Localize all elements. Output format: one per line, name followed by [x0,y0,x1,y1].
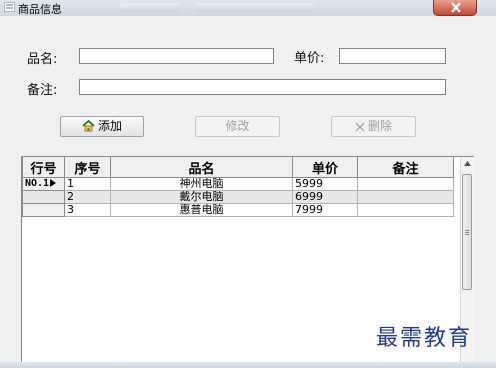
edit-button[interactable]: 修改 [195,116,280,137]
cell-price[interactable]: 5999 [292,177,358,191]
note-label: 备注: [27,83,58,98]
grid-header-row: 行号 序号 品名 单价 备注 [22,157,454,178]
row-header[interactable] [22,203,65,217]
window-bottom-edge [0,362,496,368]
header-name[interactable]: 品名 [110,157,293,178]
cell-seq[interactable]: 2 [64,190,111,204]
header-note[interactable]: 备注 [357,157,454,178]
scroll-thumb[interactable] [462,174,472,290]
form-area: 品名: 单价: 备注: 添加 修改 删除 行号 序号 品名 单价 备注 NO.1… [8,16,489,368]
close-icon [451,2,461,13]
cell-seq[interactable]: 3 [64,203,111,217]
note-input[interactable] [79,79,446,95]
titlebar-blur [195,3,315,12]
table-row[interactable]: 2 戴尔电脑 6999 [22,190,454,204]
name-label: 品名: [27,52,58,67]
row-number: NO.1 [25,178,50,190]
cell-note[interactable] [357,190,454,204]
cell-note[interactable] [357,203,454,217]
delete-button[interactable]: 删除 [331,116,416,137]
table-row[interactable]: 3 惠普电脑 7999 [22,203,454,217]
x-icon [355,119,365,138]
table-row[interactable]: NO.1 1 神州电脑 5999 [22,177,454,191]
cell-seq[interactable]: 1 [64,177,111,191]
scroll-up-icon[interactable] [464,161,471,166]
cell-name[interactable]: 神州电脑 [110,177,293,191]
window: 商品信息 品名: 单价: 备注: 添加 修改 删除 行号 序号 品名 单价 备注… [0,0,496,368]
close-button[interactable] [433,0,477,16]
row-header[interactable] [22,190,65,204]
add-button-label: 添加 [97,119,122,133]
scroll-grip-icon [465,230,469,236]
price-input[interactable] [339,48,446,64]
house-icon [82,119,95,138]
header-seq[interactable]: 序号 [64,157,111,178]
titlebar-blur [120,3,180,12]
add-button[interactable]: 添加 [60,116,144,137]
cell-name[interactable]: 惠普电脑 [110,203,293,217]
watermark: 最需教育 [376,326,473,351]
cell-price[interactable]: 7999 [292,203,358,217]
delete-button-label: 删除 [367,119,392,133]
grid-table: 行号 序号 品名 单价 备注 NO.1 1 神州电脑 5999 2 戴尔电脑 6… [22,157,454,217]
edit-button-label: 修改 [225,119,250,133]
row-header[interactable]: NO.1 [22,177,65,191]
price-label: 单价: [294,51,325,66]
cell-price[interactable]: 6999 [292,190,358,204]
header-rowno[interactable]: 行号 [22,157,65,178]
name-input[interactable] [79,48,274,64]
current-row-arrow-icon [50,179,57,187]
title-bar[interactable]: 商品信息 [0,0,496,16]
header-price[interactable]: 单价 [292,157,358,178]
window-title: 商品信息 [18,3,62,16]
window-icon [4,2,15,12]
cell-name[interactable]: 戴尔电脑 [110,190,293,204]
cell-note[interactable] [357,177,454,191]
